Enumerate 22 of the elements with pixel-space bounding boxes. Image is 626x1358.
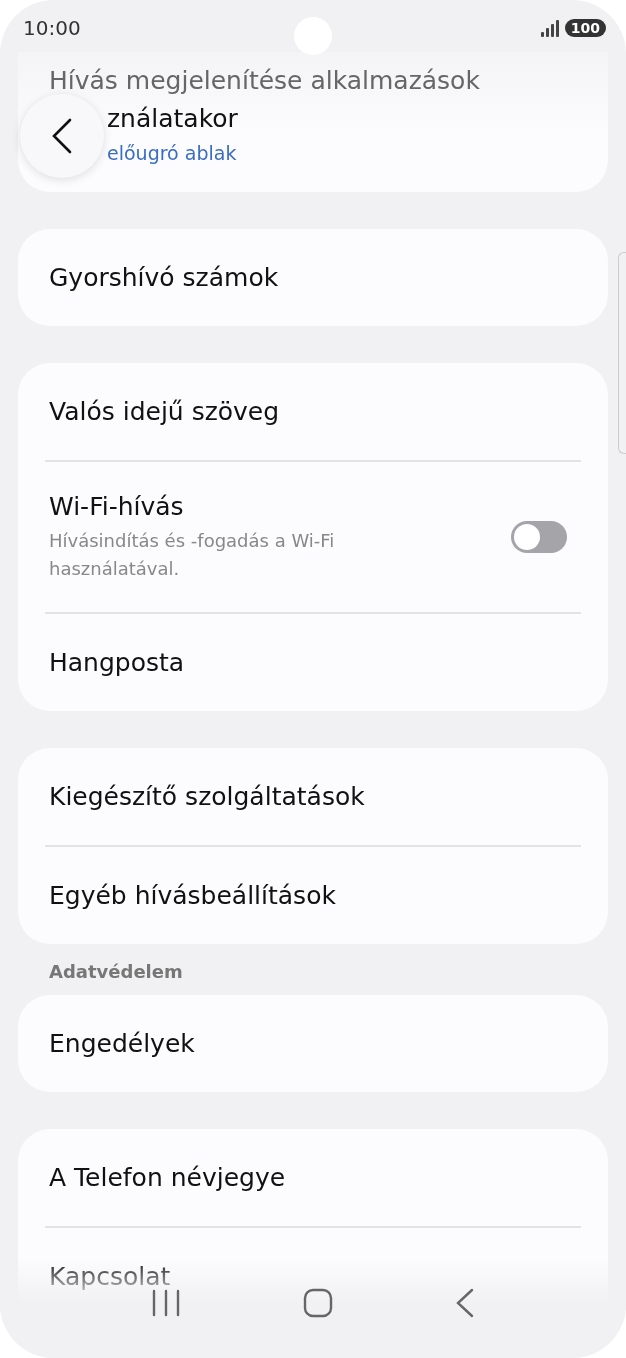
- home-icon[interactable]: [303, 1288, 333, 1318]
- setting-summary: Hívásindítás és -fogadás a Wi-Fi használatával.: [49, 528, 336, 581]
- setting-title: Wi-Fi-hívás: [49, 491, 185, 521]
- setting-title[interactable]: Engedélyek: [49, 1029, 195, 1058]
- setting-title: Hívás megjelenítése alkalmazások: [49, 65, 481, 97]
- setting-title[interactable]: A Telefon névjegye: [49, 1163, 286, 1192]
- signal-icon: [539, 19, 560, 37]
- setting-title[interactable]: Egyéb hívásbeállítások: [49, 881, 336, 910]
- section-header: Adatvédelem: [48, 961, 184, 982]
- setting-title[interactable]: Valós idejű szöveg: [49, 397, 280, 426]
- setting-title[interactable]: Kiegészítő szolgáltatások: [49, 782, 365, 811]
- toggle-switch[interactable]: [511, 521, 567, 553]
- setting-title[interactable]: Kapcsolat: [49, 1262, 171, 1291]
- setting-title[interactable]: Hangposta: [49, 648, 185, 677]
- recent-apps-icon[interactable]: [151, 1289, 181, 1317]
- battery-level: 100: [564, 19, 606, 37]
- setting-title: ználatakor: [107, 103, 238, 135]
- setting-title[interactable]: Gyorshívó számok: [49, 263, 279, 292]
- setting-summary: előugró ablak: [107, 141, 237, 166]
- back-icon[interactable]: [455, 1288, 475, 1318]
- status-time: 10:00: [23, 15, 81, 40]
- back-icon: [51, 118, 73, 154]
